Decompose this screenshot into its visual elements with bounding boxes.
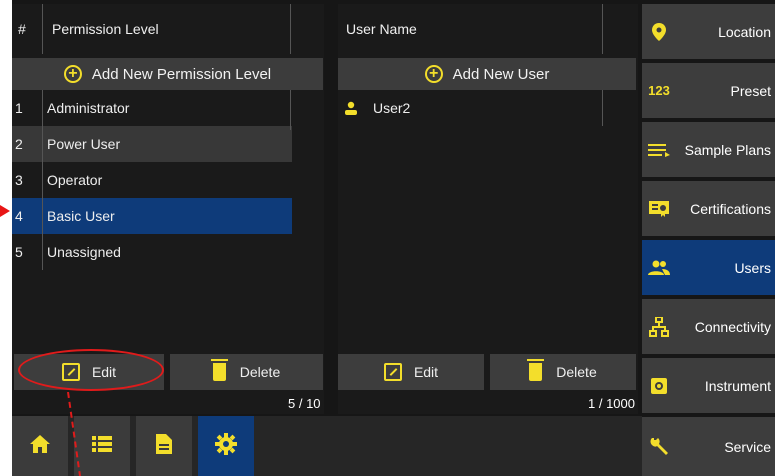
column-divider [290, 4, 291, 54]
add-circle-icon: + [424, 65, 443, 83]
column-header-user-name[interactable]: User Name [346, 4, 417, 54]
edit-icon [383, 363, 402, 381]
sidebar-item-location[interactable]: Location [642, 4, 775, 59]
row-number: 1 [15, 100, 23, 116]
permission-count: 5 / 10 [288, 396, 321, 411]
document-button[interactable] [136, 416, 192, 476]
users-icon [644, 260, 674, 276]
add-permission-level-label: Add New Permission Level [91, 65, 272, 83]
list-button[interactable] [74, 416, 130, 476]
row-label: Administrator [47, 100, 130, 116]
sample-plans-icon [644, 143, 674, 157]
delete-permission-button[interactable]: Delete [170, 354, 323, 390]
network-icon [644, 316, 674, 337]
column-header-number: # [18, 21, 26, 37]
row-divider [290, 90, 291, 130]
row-number: 4 [15, 208, 23, 224]
dashed-line-annotation [67, 392, 81, 476]
sidebar-item-users[interactable]: Users [642, 240, 775, 295]
row-number: 3 [15, 172, 23, 188]
permission-row-3[interactable]: 3 Operator [12, 162, 292, 198]
delete-label: Delete [239, 364, 281, 380]
settings-sidebar: Location 123 Preset Sample Plans Certifi… [642, 0, 775, 476]
selection-arrow-annotation [0, 205, 10, 217]
add-permission-level-button[interactable]: + Add New Permission Level [12, 58, 323, 90]
user-icon [338, 101, 364, 115]
row-number: 2 [15, 136, 23, 152]
column-divider [42, 4, 43, 54]
row-divider [42, 90, 43, 270]
user-row-1[interactable]: User2 [338, 90, 602, 126]
add-new-user-button[interactable]: + Add New User [338, 58, 636, 90]
sidebar-item-instrument[interactable]: Instrument [642, 358, 775, 413]
row-label: User2 [373, 100, 411, 116]
sidebar-label: Sample Plans [684, 141, 771, 158]
trash-icon [527, 359, 545, 381]
sidebar-label: Connectivity [694, 318, 771, 335]
device-screen: # Permission Level + Add New Permission … [12, 0, 775, 476]
instrument-icon [644, 377, 674, 395]
gear-icon [215, 432, 237, 460]
row-number: 5 [15, 244, 23, 260]
sidebar-item-preset[interactable]: 123 Preset [642, 63, 775, 118]
sidebar-label: Location [718, 23, 771, 40]
document-icon [155, 433, 173, 460]
row-divider [602, 90, 603, 126]
sidebar-label: Users [734, 259, 771, 276]
row-label: Basic User [47, 208, 115, 224]
delete-label: Delete [556, 364, 597, 380]
home-icon [29, 434, 51, 459]
delete-user-button[interactable]: Delete [490, 354, 636, 390]
settings-button[interactable] [198, 416, 254, 476]
wrench-icon [644, 437, 674, 457]
trash-icon [210, 359, 228, 381]
sidebar-item-sample-plans[interactable]: Sample Plans [642, 122, 775, 177]
home-button[interactable] [12, 416, 68, 476]
sidebar-label: Preset [730, 82, 771, 99]
column-divider [602, 4, 603, 54]
edit-highlight-annotation [18, 349, 164, 391]
add-circle-icon: + [63, 65, 82, 83]
sidebar-item-certifications[interactable]: Certifications [642, 181, 775, 236]
permission-row-1[interactable]: 1 Administrator [12, 90, 292, 126]
edit-user-button[interactable]: Edit [338, 354, 484, 390]
certificate-icon [644, 200, 674, 217]
sidebar-label: Certifications [690, 200, 771, 217]
row-label: Operator [47, 172, 103, 188]
add-new-user-label: Add New User [452, 65, 550, 83]
permission-row-4-selected[interactable]: 4 Basic User [12, 198, 292, 234]
users-panel: User Name + Add New User User2 Edit Dele… [338, 4, 638, 414]
sidebar-item-service[interactable]: Service [642, 417, 775, 476]
preset-123-icon: 123 [648, 83, 670, 98]
location-pin-icon [644, 22, 674, 41]
user-count: 1 / 1000 [588, 396, 635, 411]
sidebar-label: Service [724, 438, 771, 455]
sidebar-item-connectivity[interactable]: Connectivity [642, 299, 775, 354]
sidebar-label: Instrument [704, 377, 771, 394]
column-header-permission-level[interactable]: Permission Level [52, 4, 159, 54]
row-label: Power User [47, 136, 121, 152]
permission-row-2[interactable]: 2 Power User [12, 126, 292, 162]
permission-row-5[interactable]: 5 Unassigned [12, 234, 292, 270]
bottom-nav [12, 416, 642, 476]
row-label: Unassigned [47, 244, 121, 260]
edit-label: Edit [413, 364, 439, 380]
list-icon [92, 435, 112, 458]
